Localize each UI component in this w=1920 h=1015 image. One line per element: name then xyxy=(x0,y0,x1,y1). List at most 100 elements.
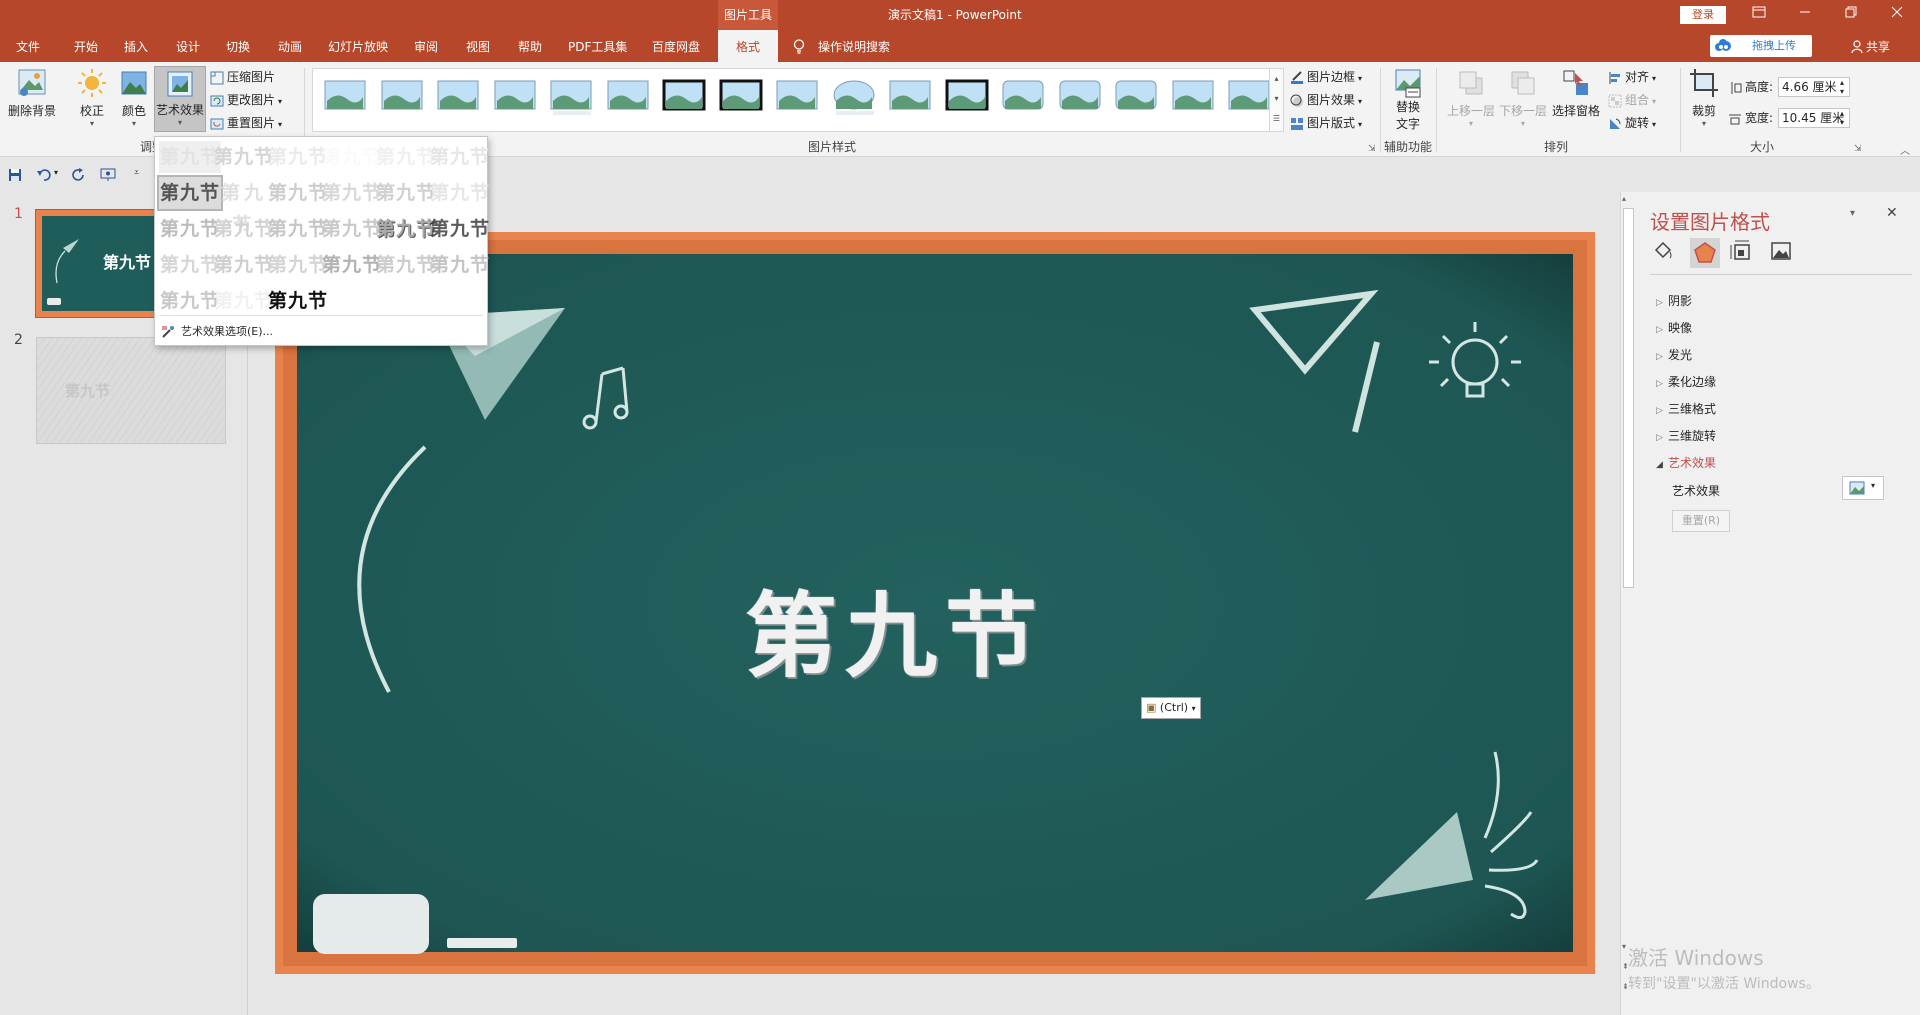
tab-design[interactable]: 设计 xyxy=(172,30,204,62)
bring-forward-button[interactable]: 上移一层 ▾ xyxy=(1446,68,1496,128)
artistic-effect-option[interactable]: 第九节 xyxy=(375,141,437,173)
minimize-icon[interactable] xyxy=(1782,0,1828,30)
tab-slideshow[interactable]: 幻灯片放映 xyxy=(324,30,392,62)
customize-qat-icon[interactable]: ⩡ xyxy=(134,168,139,178)
picture-style-option[interactable] xyxy=(719,77,765,117)
artistic-effect-option[interactable]: 第九节 xyxy=(429,249,491,281)
picture-style-option[interactable] xyxy=(493,77,539,117)
scroll-up-icon[interactable]: ▴ xyxy=(1622,194,1626,203)
crop-button[interactable]: 裁剪 ▾ xyxy=(1686,68,1722,128)
picture-style-option[interactable] xyxy=(662,77,708,117)
change-picture-button[interactable]: 更改图片 ▾ xyxy=(210,89,282,111)
tab-format[interactable]: 格式 xyxy=(718,30,778,62)
picture-style-option[interactable] xyxy=(1058,77,1104,117)
artistic-effect-option[interactable]: 第九节 xyxy=(267,213,329,245)
section-3d-format[interactable]: ▷ 三维格式 xyxy=(1656,400,1716,417)
align-button[interactable]: 对齐 ▾ xyxy=(1608,66,1656,88)
color-button[interactable]: 颜色 ▾ xyxy=(114,68,154,128)
artistic-effect-option[interactable]: 第九节 xyxy=(213,285,275,317)
restore-icon[interactable] xyxy=(1828,0,1874,30)
scroll-thumb[interactable] xyxy=(1623,208,1634,588)
section-shadow[interactable]: ▷ 阴影 xyxy=(1656,292,1692,309)
artistic-effect-picker[interactable]: ▾ xyxy=(1842,476,1884,500)
picture-style-option[interactable] xyxy=(1114,77,1160,117)
picture-style-option[interactable] xyxy=(606,77,652,117)
tab-help[interactable]: 帮助 xyxy=(514,30,546,62)
artistic-effect-option[interactable]: 第九节 xyxy=(159,285,221,317)
fill-line-tab[interactable] xyxy=(1650,240,1676,266)
tab-insert[interactable]: 插入 xyxy=(120,30,152,62)
artistic-effect-option[interactable]: 第九节 xyxy=(429,213,491,245)
section-3d-rotation[interactable]: ▷ 三维旋转 xyxy=(1656,427,1716,444)
picture-style-option[interactable] xyxy=(1171,77,1217,117)
artistic-effect-option[interactable]: 第九节 xyxy=(375,177,437,209)
share-button[interactable]: 共享 xyxy=(1866,30,1890,64)
section-artistic-effects[interactable]: ◢ 艺术效果 xyxy=(1656,454,1716,471)
gallery-scroll[interactable]: ▴ ▾ ☰ xyxy=(1269,69,1283,131)
undo-icon[interactable] xyxy=(36,168,52,182)
picture-border-button[interactable]: 图片边框 ▾ xyxy=(1290,66,1362,88)
corrections-button[interactable]: 校正 ▾ xyxy=(72,68,112,128)
tab-pdf-tools[interactable]: PDF工具集 xyxy=(564,30,631,62)
reset-picture-button[interactable]: 重置图片 ▾ xyxy=(210,112,282,134)
picture-style-option[interactable] xyxy=(436,77,482,117)
send-backward-button[interactable]: 下移一层 ▾ xyxy=(1498,68,1548,128)
tab-animations[interactable]: 动画 xyxy=(274,30,306,62)
picture-style-option[interactable] xyxy=(945,77,991,117)
drag-upload-button[interactable]: 拖拽上传 xyxy=(1710,35,1812,57)
selection-pane-button[interactable]: 选择窗格 xyxy=(1550,68,1602,119)
picture-effects-button[interactable]: 图片效果 ▾ xyxy=(1290,89,1362,111)
picture-style-option[interactable] xyxy=(549,77,595,117)
picture-style-option[interactable] xyxy=(1001,77,1047,117)
artistic-effect-option[interactable]: 第九节 xyxy=(321,249,383,281)
picture-style-option[interactable] xyxy=(775,77,821,117)
save-icon[interactable] xyxy=(8,168,22,182)
artistic-effect-option[interactable]: 第九节 xyxy=(375,213,437,245)
artistic-effect-option[interactable]: 第九节 xyxy=(321,141,383,173)
artistic-effect-option[interactable]: 第九节 xyxy=(321,177,383,209)
pane-close-icon[interactable]: ✕ xyxy=(1886,205,1898,221)
height-stepper-icon[interactable]: ▴ ▾ xyxy=(1840,78,1844,96)
rotate-button[interactable]: 旋转 ▾ xyxy=(1608,112,1656,134)
tab-file[interactable]: 文件 xyxy=(12,30,44,62)
tab-view[interactable]: 视图 xyxy=(462,30,494,62)
artistic-effect-option[interactable]: 第九节 xyxy=(213,141,275,173)
gallery-down-icon[interactable]: ▾ xyxy=(1270,89,1283,109)
section-glow[interactable]: ▷ 发光 xyxy=(1656,346,1692,363)
remove-background-button[interactable]: 删除背景 xyxy=(6,68,58,119)
scroll-down-icon[interactable]: ▾ xyxy=(1622,942,1626,951)
size-properties-tab[interactable] xyxy=(1730,240,1756,266)
artistic-effects-button[interactable]: 艺术效果 ▾ xyxy=(154,66,206,132)
picture-style-option[interactable] xyxy=(323,77,369,117)
close-icon[interactable] xyxy=(1874,0,1920,30)
redo-icon[interactable] xyxy=(72,168,86,182)
dialog-launcher-icon[interactable]: ⇲ xyxy=(1368,144,1376,154)
artistic-effect-option[interactable]: 第九节 xyxy=(429,177,491,209)
artistic-effect-option[interactable]: 第九节 xyxy=(267,141,329,173)
slide-title[interactable]: 第九节 xyxy=(745,562,1045,695)
artistic-effect-option[interactable]: 第九节 xyxy=(321,213,383,245)
paste-options-button[interactable]: ▣ (Ctrl) ▾ xyxy=(1141,697,1201,719)
tab-review[interactable]: 审阅 xyxy=(410,30,442,62)
artistic-effect-option[interactable]: 第九节 xyxy=(157,175,223,211)
compress-pictures-button[interactable]: 压缩图片 xyxy=(210,66,275,88)
picture-tab[interactable] xyxy=(1770,240,1796,266)
artistic-effect-option[interactable]: 第九节 xyxy=(267,177,329,209)
tab-baidu-netdisk[interactable]: 百度网盘 xyxy=(648,30,704,62)
picture-layout-button[interactable]: 图片版式 ▾ xyxy=(1290,112,1362,134)
artistic-effect-option[interactable]: 第九节 xyxy=(213,213,275,245)
artistic-effect-option[interactable]: 第九节 xyxy=(159,249,221,281)
slide-thumbnail-2[interactable]: 第九节 xyxy=(36,337,226,444)
gallery-more-icon[interactable]: ☰ xyxy=(1270,109,1283,129)
pane-options-icon[interactable]: ▾ xyxy=(1850,208,1855,219)
effects-tab[interactable] xyxy=(1690,238,1720,268)
picture-style-option[interactable] xyxy=(1227,77,1273,117)
artistic-effect-option[interactable]: 第九节 xyxy=(159,213,221,245)
artistic-effects-options-link[interactable]: 艺术效果选项(E)... xyxy=(161,321,481,343)
width-stepper-icon[interactable]: ▴ ▾ xyxy=(1840,109,1844,127)
section-reflection[interactable]: ▷ 映像 xyxy=(1656,319,1692,336)
section-soft-edges[interactable]: ▷ 柔化边缘 xyxy=(1656,373,1716,390)
tab-home[interactable]: 开始 xyxy=(70,30,102,62)
artistic-effect-option[interactable]: 第九节 xyxy=(213,177,275,236)
collapse-ribbon-icon[interactable]: ︿ xyxy=(1900,142,1910,157)
